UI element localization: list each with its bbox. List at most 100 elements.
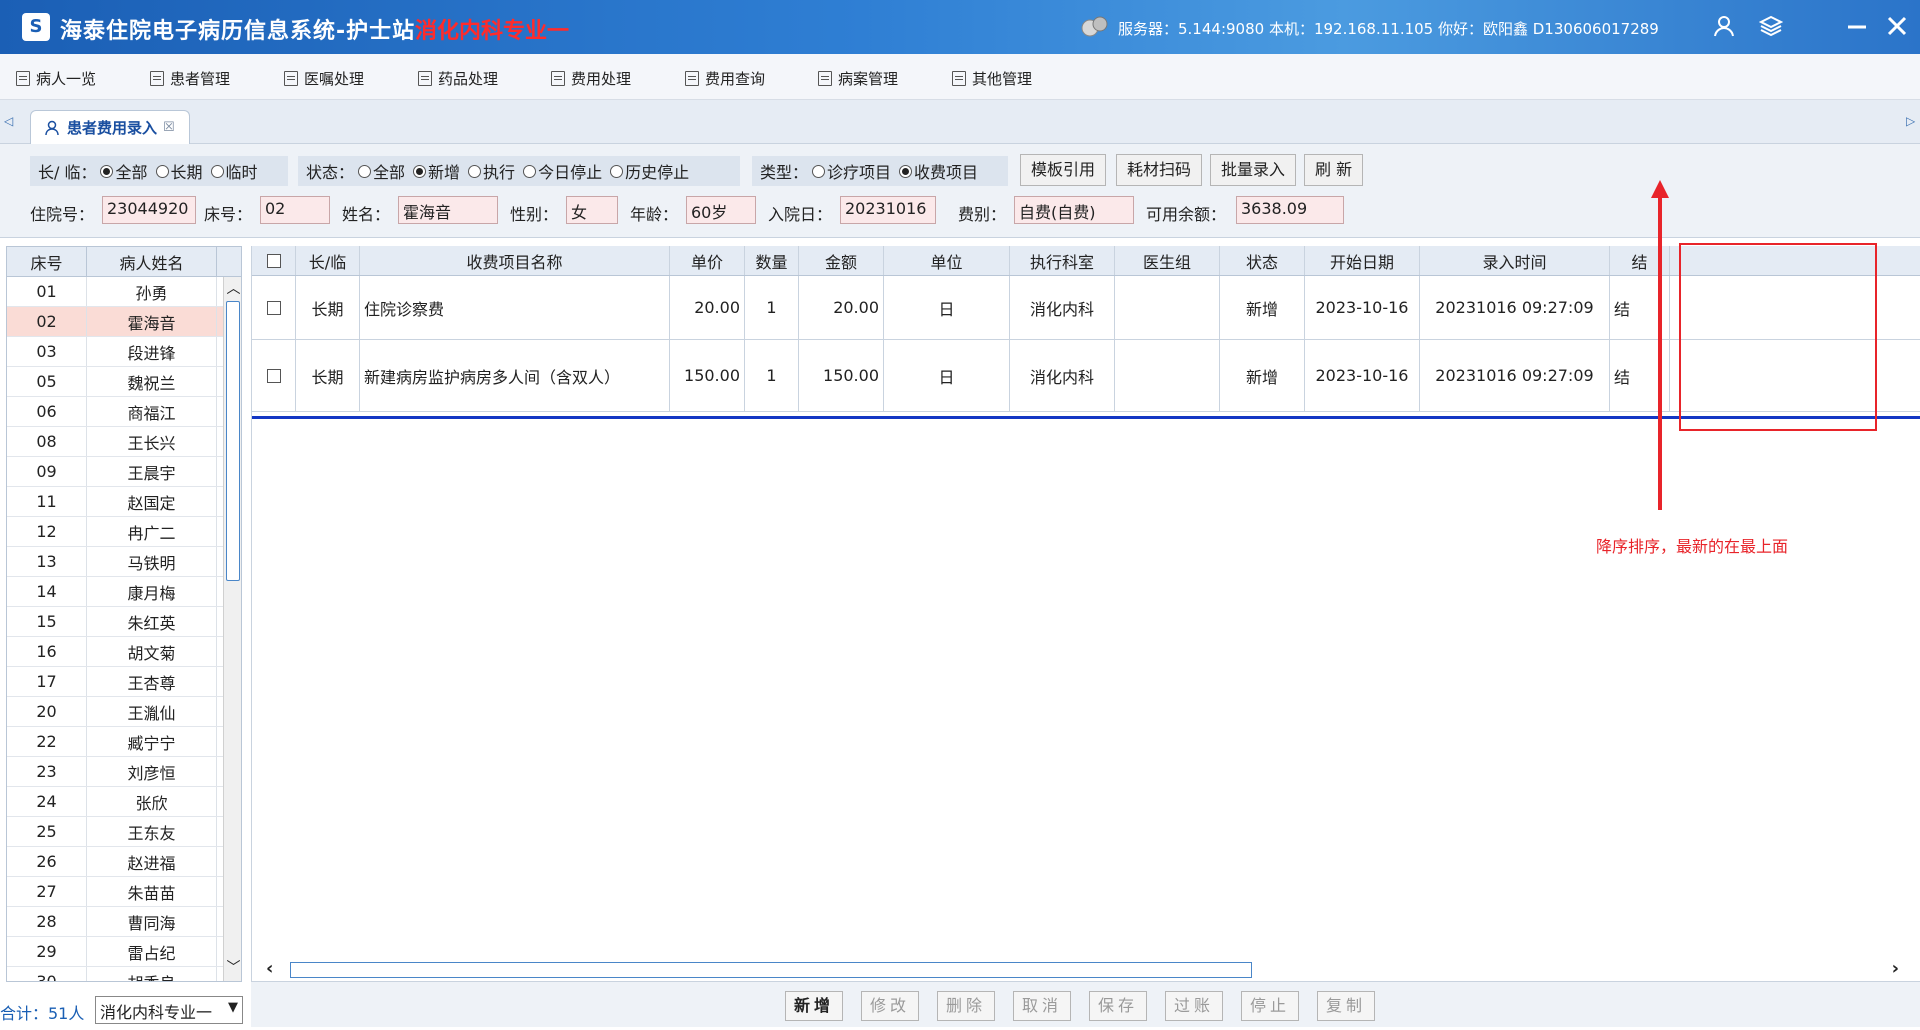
menu-item-drugs[interactable]: 药品处理 (418, 68, 498, 89)
age-field[interactable]: 60岁 (686, 196, 756, 224)
header-quantity[interactable]: 数量 (745, 246, 799, 275)
patient-row[interactable]: 26 赵进福 (7, 847, 241, 877)
header-exec-dept[interactable]: 执行科室 (1010, 246, 1115, 275)
patient-row[interactable]: 13 马铁明 (7, 547, 241, 577)
radio-status-stopped-today[interactable]: 今日停止 (523, 159, 602, 183)
row-checkbox[interactable] (266, 300, 281, 315)
header-status[interactable]: 状态 (1220, 246, 1305, 275)
admission-no-field[interactable]: 23044920 (102, 196, 196, 224)
tab-patient-fee-entry[interactable]: 患者费用录入 ☒ (30, 110, 190, 144)
menu-item-fee-process[interactable]: 费用处理 (551, 68, 631, 89)
header-select[interactable] (252, 246, 296, 275)
header-bed[interactable]: 床号 (7, 247, 87, 276)
header-start-date[interactable]: 开始日期 (1305, 246, 1420, 275)
patient-row[interactable]: 06 商福江 (7, 397, 241, 427)
row-checkbox[interactable] (266, 368, 281, 383)
patient-row[interactable]: 23 刘彦恒 (7, 757, 241, 787)
table-row[interactable]: 长期 新建病房监护病房多人间（含双人） 150.00 1 150.00 日消化内科 新增 20… (252, 340, 1920, 412)
fee-type-field[interactable]: 自费(自费) (1014, 196, 1134, 224)
delete-button[interactable]: 删除 (937, 991, 995, 1021)
patient-row[interactable]: 24 张欣 (7, 787, 241, 817)
add-button[interactable]: 新增 (785, 991, 843, 1021)
refresh-button[interactable]: 刷 新 (1304, 154, 1364, 186)
patient-row[interactable]: 14 康月梅 (7, 577, 241, 607)
hscroll-thumb[interactable] (290, 962, 1252, 978)
patient-row[interactable]: 02 霍海音 (7, 307, 241, 337)
cancel-button[interactable]: 取消 (1013, 991, 1071, 1021)
grid-hscrollbar[interactable]: ‹ › (252, 958, 1920, 980)
table-row[interactable]: 长期 住院诊察费 20.00 1 20.00 日消化内科 新增 2023-10-16 20231… (252, 276, 1920, 340)
radio-type-charge[interactable]: 收费项目 (899, 159, 978, 183)
header-unit[interactable]: 单位 (884, 246, 1010, 275)
patient-row[interactable]: 27 朱苗苗 (7, 877, 241, 907)
scroll-up-icon[interactable]: ︿ (224, 279, 241, 299)
patient-row[interactable]: 16 胡文菊 (7, 637, 241, 667)
edit-button[interactable]: 修改 (861, 991, 919, 1021)
scroll-left-icon[interactable]: ‹ (266, 958, 273, 979)
header-long-temp[interactable]: 长/临 (296, 246, 360, 275)
radio-status-all[interactable]: 全部 (358, 159, 405, 183)
patient-row[interactable]: 03 段进锋 (7, 337, 241, 367)
select-all-checkbox[interactable] (266, 253, 281, 268)
dept-select[interactable]: 消化内科专业一 ▼ (95, 996, 243, 1024)
radio-long-temp-all[interactable]: 全部 (100, 159, 148, 183)
header-doctor-group[interactable]: 医生组 (1115, 246, 1220, 275)
menu-item-fee-query[interactable]: 费用查询 (685, 68, 765, 89)
user-icon[interactable] (1712, 14, 1738, 40)
cell-select[interactable] (252, 276, 296, 339)
balance-field[interactable]: 3638.09 (1236, 196, 1344, 224)
menu-item-records[interactable]: 病案管理 (818, 68, 898, 89)
menu-item-patient-list[interactable]: 病人一览 (16, 68, 96, 89)
radio-status-stopped-history[interactable]: 历史停止 (610, 159, 689, 183)
name-field[interactable]: 霍海音 (398, 196, 498, 224)
admit-date-field[interactable]: 20231016 (840, 196, 936, 224)
scroll-down-icon[interactable]: ﹀ (224, 958, 241, 978)
patient-row[interactable]: 12 冉广二 (7, 517, 241, 547)
template-button[interactable]: 模板引用 (1020, 154, 1107, 186)
patient-row[interactable]: 09 王晨宇 (7, 457, 241, 487)
scan-supplies-button[interactable]: 耗材扫码 (1116, 154, 1203, 186)
copy-button[interactable]: 复制 (1317, 991, 1375, 1021)
menu-item-orders[interactable]: 医嘱处理 (284, 68, 364, 89)
tab-close-icon[interactable]: ☒ (163, 120, 175, 135)
cell-select[interactable] (252, 340, 296, 411)
patient-row[interactable]: 11 赵国定 (7, 487, 241, 517)
header-unit-price[interactable]: 单价 (670, 246, 745, 275)
radio-status-new[interactable]: 新增 (413, 159, 460, 183)
patient-row[interactable]: 28 曹同海 (7, 907, 241, 937)
patient-row[interactable]: 01 孙勇 (7, 277, 241, 307)
header-patient-name[interactable]: 病人姓名 (87, 247, 217, 276)
layers-icon[interactable] (1758, 14, 1784, 40)
minimize-icon[interactable] (1844, 14, 1870, 40)
header-amount[interactable]: 金额 (799, 246, 884, 275)
gender-field[interactable]: 女 (566, 196, 618, 224)
radio-temporary[interactable]: 临时 (210, 159, 258, 183)
stop-button[interactable]: 停止 (1241, 991, 1299, 1021)
menu-item-patient-mgmt[interactable]: 患者管理 (150, 68, 230, 89)
patient-row[interactable]: 30胡秀良 (7, 967, 241, 981)
patient-row[interactable]: 29 雷占纪 (7, 937, 241, 967)
patient-row[interactable]: 08 王长兴 (7, 427, 241, 457)
patient-row[interactable]: 20 王湚仙 (7, 697, 241, 727)
scroll-right-icon[interactable]: › (1892, 958, 1899, 979)
menu-item-other[interactable]: 其他管理 (952, 68, 1032, 89)
post-button[interactable]: 过账 (1165, 991, 1223, 1021)
radio-status-executing[interactable]: 执行 (468, 159, 515, 183)
save-button[interactable]: 保存 (1089, 991, 1147, 1021)
patient-row[interactable]: 05 魏祝兰 (7, 367, 241, 397)
patient-row[interactable]: 25 王东友 (7, 817, 241, 847)
batch-entry-button[interactable]: 批量录入 (1210, 154, 1297, 186)
patient-row[interactable]: 15 朱红英 (7, 607, 241, 637)
radio-type-diagnosis[interactable]: 诊疗项目 (812, 159, 891, 183)
bed-field[interactable]: 02 (260, 196, 330, 224)
patient-row[interactable]: 22 臧宁宁 (7, 727, 241, 757)
close-icon[interactable] (1884, 14, 1910, 40)
radio-long-term[interactable]: 长期 (155, 159, 203, 183)
header-item-name[interactable]: 收费项目名称 (360, 246, 670, 275)
header-entry-time[interactable]: 录入时间 (1420, 246, 1610, 275)
patient-row[interactable]: 17 王杏尊 (7, 667, 241, 697)
tab-scroll-left-icon[interactable]: ◁ (4, 114, 13, 128)
patient-list-scrollbar[interactable]: ︿ ﹀ (223, 277, 241, 981)
tab-scroll-right-icon[interactable]: ▷ (1906, 114, 1915, 128)
scrollbar-thumb[interactable] (226, 301, 240, 581)
